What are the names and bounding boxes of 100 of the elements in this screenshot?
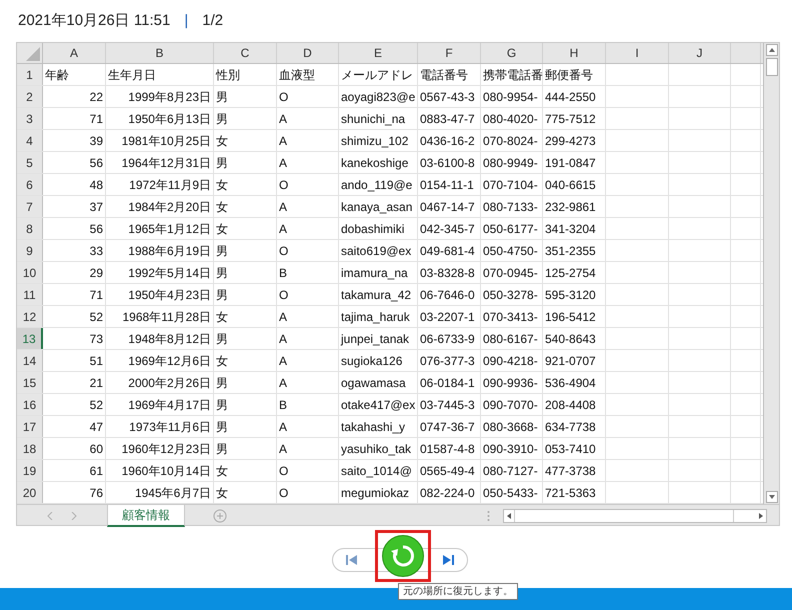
table-cell-text: 0467-14-7 bbox=[420, 198, 475, 216]
table-cell-text: 0436-16-2 bbox=[420, 132, 475, 150]
table-cell-text: 女 bbox=[216, 220, 228, 238]
table-cell-text: 070-0945- bbox=[483, 264, 538, 282]
table-cell-text: 080-9954- bbox=[483, 88, 538, 106]
table-cell-text: A bbox=[279, 220, 288, 238]
last-page-icon[interactable] bbox=[441, 554, 455, 566]
table-cell-text: 090-9936- bbox=[483, 374, 538, 392]
table-cell-text: 71 bbox=[90, 286, 103, 304]
table-cell-text: 性別 bbox=[216, 66, 240, 84]
table-cell-text: shimizu_102 bbox=[341, 132, 408, 150]
table-cell-text: 341-3204 bbox=[545, 220, 596, 238]
column-header[interactable]: C bbox=[240, 44, 250, 62]
table-cell-text: 1960年10月14日 bbox=[122, 462, 211, 480]
table-cell-text: 2000年2月26日 bbox=[128, 374, 211, 392]
row-header[interactable]: 8 bbox=[17, 218, 43, 239]
table-cell-text: O bbox=[279, 462, 288, 480]
table-cell-text: 29 bbox=[90, 264, 103, 282]
scroll-up-icon[interactable] bbox=[766, 44, 778, 56]
row-header[interactable]: 3 bbox=[17, 108, 43, 129]
table-cell-text: 03-7445-3 bbox=[420, 396, 475, 414]
table-cell-text: kanaya_asan bbox=[341, 198, 412, 216]
table-cell-text: yasuhiko_tak bbox=[341, 440, 412, 458]
table-cell-text: 血液型 bbox=[279, 66, 315, 84]
table-cell-text: 1973年11月6日 bbox=[129, 418, 211, 436]
table-cell-text: 042-345-7 bbox=[420, 220, 475, 238]
table-cell-text: 06-0184-1 bbox=[420, 374, 475, 392]
timestamp: 2021年10月26日 11:51 bbox=[18, 10, 170, 31]
row-header[interactable]: 2 bbox=[17, 86, 43, 107]
table-cell-text: A bbox=[279, 154, 288, 172]
column-header[interactable]: D bbox=[303, 44, 312, 62]
table-cell-text: 56 bbox=[90, 154, 103, 172]
column-header[interactable]: G bbox=[506, 44, 516, 62]
row-header[interactable]: 10 bbox=[17, 262, 43, 283]
table-cell-text: 1969年4月17日 bbox=[128, 396, 211, 414]
table-cell-text: 090-3910- bbox=[483, 440, 538, 458]
table-cell-text: 76 bbox=[90, 484, 103, 502]
table-cell-text: 03-8328-8 bbox=[420, 264, 475, 282]
table-cell-text: O bbox=[279, 484, 288, 502]
first-page-icon[interactable] bbox=[345, 554, 359, 566]
table-cell-text: 1972年11月9日 bbox=[129, 176, 211, 194]
table-cell-text: 1950年4月23日 bbox=[128, 286, 211, 304]
scroll-down-icon[interactable] bbox=[766, 491, 778, 503]
table-cell-text: メールアドレ bbox=[341, 66, 413, 84]
row-header[interactable]: 4 bbox=[17, 130, 43, 151]
row-header[interactable]: 5 bbox=[17, 152, 43, 173]
horizontal-scrollbar[interactable] bbox=[503, 508, 767, 522]
row-header[interactable]: 12 bbox=[17, 306, 43, 327]
table-cell-text: O bbox=[279, 88, 288, 106]
row-header[interactable]: 18 bbox=[17, 438, 43, 459]
restore-button[interactable] bbox=[382, 535, 424, 577]
table-cell-text: 男 bbox=[216, 264, 228, 282]
row-header[interactable]: 17 bbox=[17, 416, 43, 437]
row-header[interactable]: 19 bbox=[17, 460, 43, 481]
column-header[interactable]: J bbox=[696, 44, 702, 62]
row-header[interactable]: 13 bbox=[17, 328, 43, 349]
table-cell-text: 080-6167- bbox=[483, 330, 538, 348]
table-cell-text: 06-6733-9 bbox=[420, 330, 475, 348]
table-cell-text: 51 bbox=[90, 352, 103, 370]
table-cell-text: otake417@ex bbox=[341, 396, 416, 414]
column-header[interactable]: F bbox=[445, 44, 453, 62]
table-cell-text: 21 bbox=[90, 374, 103, 392]
table-cell-text: kanekoshige bbox=[341, 154, 408, 172]
column-header[interactable]: A bbox=[70, 44, 78, 62]
row-header[interactable]: 7 bbox=[17, 196, 43, 217]
table-cell-text: 070-3413- bbox=[483, 308, 538, 326]
scroll-thumb[interactable] bbox=[766, 58, 778, 76]
vertical-scrollbar[interactable] bbox=[763, 43, 779, 504]
row-header[interactable]: 11 bbox=[17, 284, 43, 305]
table-cell-text: 男 bbox=[216, 154, 228, 172]
table-cell-text: 053-7410 bbox=[545, 440, 596, 458]
table-cell-text: 040-6615 bbox=[545, 176, 596, 194]
row-header[interactable]: 6 bbox=[17, 174, 43, 195]
table-cell-text: takamura_42 bbox=[341, 286, 412, 304]
row-header[interactable]: 20 bbox=[17, 482, 43, 503]
table-cell-text: 男 bbox=[216, 396, 228, 414]
row-header[interactable]: 14 bbox=[17, 350, 43, 371]
row-header[interactable]: 9 bbox=[17, 240, 43, 261]
table-cell-text: 61 bbox=[90, 462, 103, 480]
column-header[interactable]: H bbox=[570, 44, 578, 62]
column-header[interactable]: I bbox=[635, 44, 639, 62]
row-header[interactable]: 16 bbox=[17, 394, 43, 415]
refresh-icon bbox=[390, 543, 416, 569]
table-cell-text: 1964年12月31日 bbox=[122, 154, 211, 172]
column-header[interactable]: B bbox=[155, 44, 164, 62]
splitter-icon[interactable] bbox=[487, 510, 490, 522]
column-header[interactable]: E bbox=[374, 44, 382, 62]
select-all-icon[interactable] bbox=[26, 47, 40, 61]
row-header[interactable]: 15 bbox=[17, 372, 43, 393]
table-cell-text: 050-5433- bbox=[483, 484, 538, 502]
table-cell-text: 090-7070- bbox=[483, 396, 538, 414]
sheet-tab[interactable]: 顧客情報 bbox=[107, 504, 185, 526]
table-cell-text: O bbox=[279, 176, 288, 194]
table-cell-text: 634-7738 bbox=[545, 418, 596, 436]
row-header[interactable]: 1 bbox=[17, 64, 43, 85]
table-cell-text: 60 bbox=[90, 440, 103, 458]
table-cell-text: 男 bbox=[216, 286, 228, 304]
add-sheet-icon[interactable] bbox=[213, 508, 227, 522]
table-cell-text: 男 bbox=[216, 418, 228, 436]
separator: | bbox=[184, 10, 188, 31]
